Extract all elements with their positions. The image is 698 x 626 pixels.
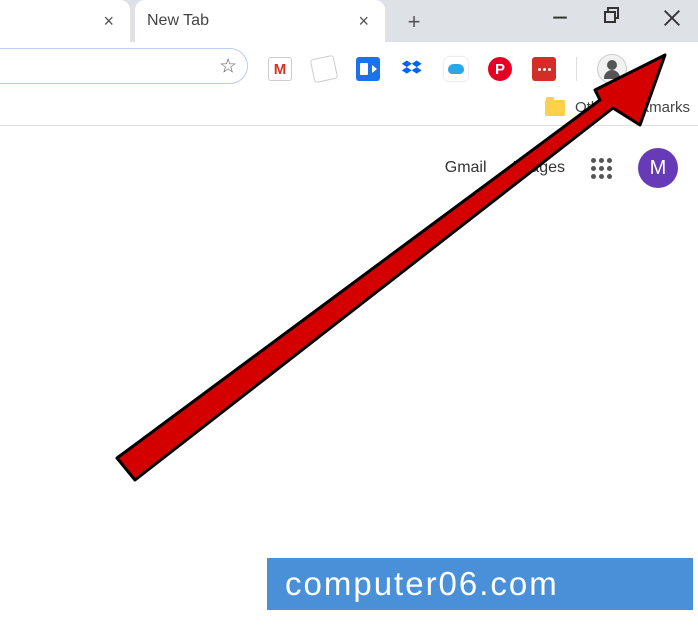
chrome-menu-button[interactable]: [647, 56, 659, 82]
lastpass-extension-icon[interactable]: [532, 57, 556, 81]
extensions-row: [268, 54, 659, 84]
dropbox-extension-icon[interactable]: [400, 57, 424, 81]
pinterest-extension-icon[interactable]: [488, 57, 512, 81]
extension-icon[interactable]: [356, 57, 380, 81]
ntp-header-links: Gmail Images M: [445, 148, 678, 188]
apps-grid-icon[interactable]: [591, 158, 612, 179]
minimize-button[interactable]: −: [546, 4, 574, 32]
close-icon[interactable]: ×: [99, 11, 118, 32]
avatar-initial: M: [650, 157, 667, 180]
account-avatar[interactable]: M: [638, 148, 678, 188]
watermark-text: computer06.com: [285, 565, 559, 603]
maximize-button[interactable]: [602, 4, 630, 32]
kebab-dot: [651, 74, 655, 78]
minimize-icon: −: [552, 2, 568, 34]
close-icon: [661, 7, 683, 29]
maximize-icon: [604, 11, 616, 23]
address-bar[interactable]: ☆: [0, 48, 248, 84]
folder-icon: [545, 100, 565, 116]
window-close-button[interactable]: [658, 4, 686, 32]
plus-icon: +: [408, 9, 421, 35]
browser-tab[interactable]: ×: [0, 0, 130, 42]
watermark: computer06.com: [267, 558, 693, 610]
gmail-link[interactable]: Gmail: [445, 159, 487, 177]
tab-title: New Tab: [147, 12, 354, 30]
bookmarks-bar: Other bookmarks: [0, 90, 698, 126]
gmail-extension-icon[interactable]: [268, 57, 292, 81]
tag-extension-icon[interactable]: [310, 55, 338, 83]
kebab-dot: [651, 60, 655, 64]
other-bookmarks-button[interactable]: Other bookmarks: [575, 99, 690, 116]
dropbox-icon: [401, 58, 423, 80]
close-icon[interactable]: ×: [354, 11, 373, 32]
new-tab-button[interactable]: +: [400, 8, 428, 36]
kebab-dot: [651, 67, 655, 71]
window-controls: −: [546, 4, 698, 32]
profile-button[interactable]: [597, 54, 627, 84]
images-link[interactable]: Images: [513, 159, 565, 177]
separator: [576, 57, 577, 81]
browser-tab[interactable]: New Tab ×: [135, 0, 385, 42]
browser-tabbar: × New Tab × + −: [0, 0, 698, 46]
bookmark-star-icon[interactable]: ☆: [219, 54, 237, 79]
browser-toolbar: ☆: [0, 42, 698, 90]
onedrive-extension-icon[interactable]: [444, 57, 468, 81]
